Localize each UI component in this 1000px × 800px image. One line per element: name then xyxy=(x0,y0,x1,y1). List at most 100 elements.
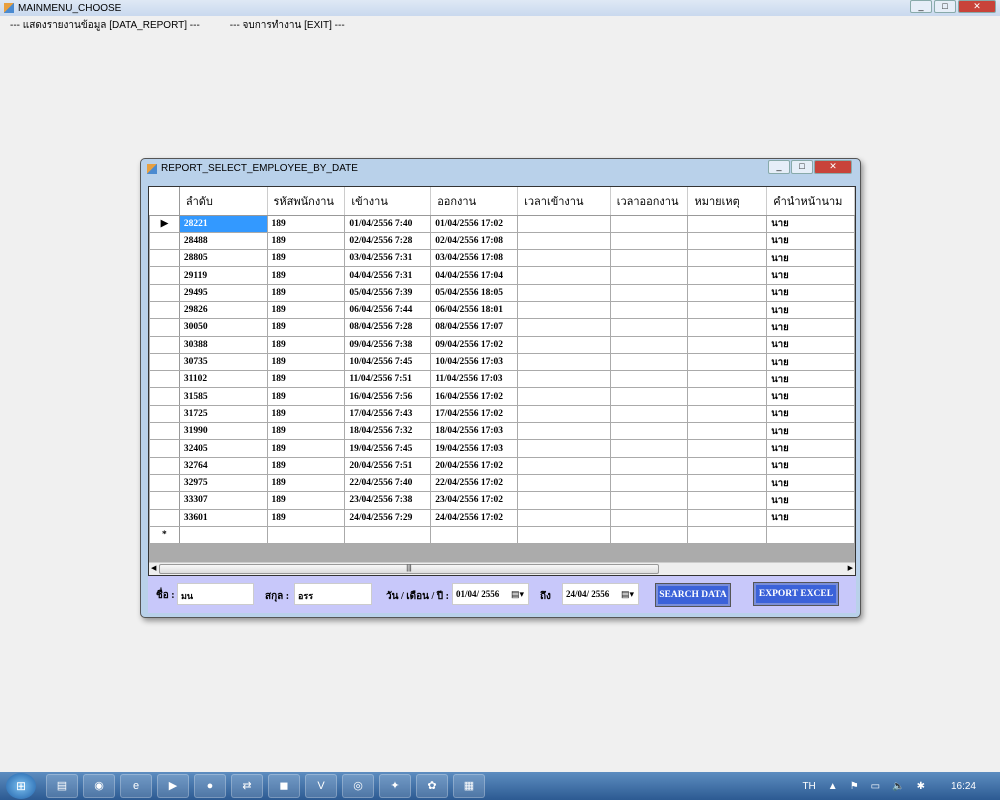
table-cell[interactable] xyxy=(687,439,768,458)
table-row[interactable]: 30388 189 09/04/2556 7:38 09/04/2556 17:02 น… xyxy=(149,335,855,354)
table-cell[interactable]: นาย xyxy=(766,266,855,285)
date-to-picker[interactable]: 24/04/ 2556 ▤▾ xyxy=(562,583,639,605)
row-header[interactable] xyxy=(149,231,180,251)
table-cell[interactable]: 11/04/2556 17:03 xyxy=(430,370,519,389)
row-header[interactable] xyxy=(149,318,180,337)
table-cell[interactable]: 16/04/2556 7:56 xyxy=(344,387,432,406)
table-cell[interactable] xyxy=(517,249,611,268)
table-cell[interactable] xyxy=(609,266,689,285)
table-row[interactable]: 29119 189 04/04/2556 7:31 04/04/2556 17:04 น… xyxy=(149,266,855,285)
table-cell[interactable]: นาย xyxy=(766,249,855,268)
table-cell[interactable]: 31725 xyxy=(178,404,268,424)
row-header[interactable] xyxy=(149,266,180,285)
table-row[interactable]: 31102 189 11/04/2556 7:51 11/04/2556 17:03 น… xyxy=(149,370,855,389)
table-cell[interactable] xyxy=(517,335,611,354)
table-cell[interactable]: 189 xyxy=(266,473,346,493)
table-cell[interactable]: 05/04/2556 7:39 xyxy=(344,283,432,302)
table-cell[interactable]: 11/04/2556 7:51 xyxy=(344,370,432,389)
menu-data-report[interactable]: --- แสดงรายงานข้อมูล [DATA_REPORT] --- xyxy=(10,18,200,33)
surname-input[interactable]: อรร xyxy=(294,583,372,605)
table-cell[interactable]: 29119 xyxy=(178,266,268,285)
row-header[interactable] xyxy=(149,473,180,493)
table-cell[interactable]: 189 xyxy=(266,283,346,302)
table-cell[interactable] xyxy=(609,491,689,510)
table-row[interactable]: 33601 189 24/04/2556 7:29 24/04/2556 17:02 น… xyxy=(149,508,855,527)
table-cell[interactable]: 32405 xyxy=(178,439,268,458)
table-cell[interactable]: 189 xyxy=(266,404,346,424)
table-cell[interactable] xyxy=(517,300,611,320)
table-cell[interactable] xyxy=(517,318,611,337)
table-cell[interactable] xyxy=(609,370,689,389)
table-cell[interactable]: 06/04/2556 18:01 xyxy=(430,300,519,320)
table-cell[interactable]: 189 xyxy=(266,370,346,389)
table-cell[interactable] xyxy=(687,335,768,354)
dialog-maximize-button[interactable]: □ xyxy=(791,160,813,174)
table-cell[interactable] xyxy=(687,249,768,268)
table-cell[interactable]: 06/04/2556 7:44 xyxy=(344,300,432,320)
table-cell[interactable] xyxy=(517,508,611,527)
close-button[interactable]: ✕ xyxy=(958,0,996,13)
explorer-icon[interactable]: ▤ xyxy=(46,774,78,798)
table-cell[interactable]: 10/04/2556 7:45 xyxy=(344,352,432,372)
row-header[interactable]: ▶ xyxy=(149,214,180,233)
name-input[interactable]: มน xyxy=(177,583,254,605)
table-row[interactable]: 28488 189 02/04/2556 7:28 02/04/2556 17:08 น… xyxy=(149,231,855,251)
table-cell[interactable]: 19/04/2556 7:45 xyxy=(344,439,432,458)
table-cell[interactable] xyxy=(266,525,346,545)
table-cell[interactable]: นาย xyxy=(766,473,855,493)
scroll-right-icon[interactable]: ▶ xyxy=(848,563,853,575)
table-cell[interactable]: 189 xyxy=(266,508,346,527)
table-cell[interactable] xyxy=(609,231,689,251)
row-header[interactable] xyxy=(149,491,180,510)
table-cell[interactable] xyxy=(517,352,611,372)
table-cell[interactable] xyxy=(609,525,689,545)
table-cell[interactable]: 189 xyxy=(266,456,346,475)
table-cell[interactable] xyxy=(687,525,768,545)
table-row[interactable]: 28805 189 03/04/2556 7:31 03/04/2556 17:08 น… xyxy=(149,249,855,268)
table-cell[interactable]: 09/04/2556 7:38 xyxy=(344,335,432,354)
table-cell[interactable]: นาย xyxy=(766,231,855,251)
table-row[interactable]: 32764 189 20/04/2556 7:51 20/04/2556 17:02 น… xyxy=(149,456,855,475)
table-cell[interactable]: นาย xyxy=(766,387,855,406)
table-cell[interactable]: 20/04/2556 17:02 xyxy=(430,456,519,475)
table-cell[interactable]: นาย xyxy=(766,456,855,475)
table-cell[interactable]: นาย xyxy=(766,335,855,354)
table-row[interactable]: 30735 189 10/04/2556 7:45 10/04/2556 17:03 น… xyxy=(149,352,855,372)
table-cell[interactable]: 189 xyxy=(266,318,346,337)
paint-icon[interactable]: ✿ xyxy=(416,774,448,798)
table-cell[interactable] xyxy=(609,473,689,493)
row-header[interactable] xyxy=(149,508,180,527)
table-cell[interactable]: 24/04/2556 7:29 xyxy=(344,508,432,527)
table-cell[interactable] xyxy=(687,422,768,441)
table-row[interactable]: 32975 189 22/04/2556 7:40 22/04/2556 17:02 น… xyxy=(149,473,855,493)
table-cell[interactable]: 10/04/2556 17:03 xyxy=(430,352,519,372)
table-cell[interactable]: 08/04/2556 17:07 xyxy=(430,318,519,337)
table-cell[interactable] xyxy=(517,456,611,475)
table-cell[interactable] xyxy=(687,387,768,406)
horizontal-scrollbar[interactable]: ◀ ||| ▶ xyxy=(149,562,855,575)
table-cell[interactable]: นาย xyxy=(766,283,855,302)
table-cell[interactable] xyxy=(517,491,611,510)
search-data-button[interactable]: SEARCH DATA xyxy=(655,583,731,607)
table-cell[interactable]: นาย xyxy=(766,318,855,337)
table-cell[interactable]: นาย xyxy=(766,491,855,510)
table-cell[interactable] xyxy=(609,249,689,268)
table-cell[interactable] xyxy=(766,525,855,545)
row-header[interactable] xyxy=(149,387,180,406)
table-cell[interactable]: 20/04/2556 7:51 xyxy=(344,456,432,475)
media-icon[interactable]: ◉ xyxy=(83,774,115,798)
table-row[interactable]: 31990 189 18/04/2556 7:32 18/04/2556 17:03 น… xyxy=(149,422,855,441)
table-cell[interactable] xyxy=(517,404,611,424)
table-cell[interactable]: 189 xyxy=(266,214,346,233)
table-cell[interactable] xyxy=(687,404,768,424)
row-header[interactable] xyxy=(149,249,180,268)
table-cell[interactable]: 24/04/2556 17:02 xyxy=(430,508,519,527)
table-cell[interactable] xyxy=(687,214,768,233)
table-cell[interactable] xyxy=(609,352,689,372)
table-cell[interactable]: 29826 xyxy=(178,300,268,320)
table-cell[interactable]: นาย xyxy=(766,214,855,233)
maximize-button[interactable]: □ xyxy=(934,0,956,13)
table-cell[interactable]: 28221 xyxy=(178,214,268,233)
column-header[interactable]: เวลาเข้างาน xyxy=(517,187,611,216)
table-cell[interactable] xyxy=(687,508,768,527)
